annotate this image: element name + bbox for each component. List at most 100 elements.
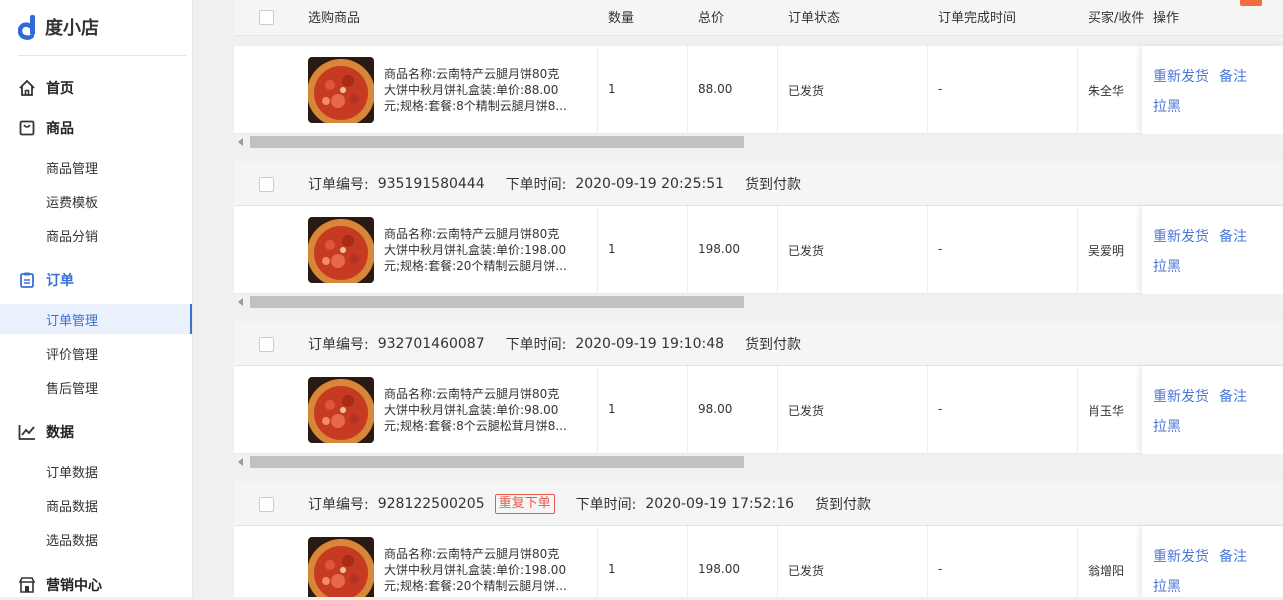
scroll-left-icon[interactable] [238,138,243,146]
nav-data-label: 数据 [46,425,74,441]
floating-badge[interactable] [1240,0,1262,6]
scrollbar-thumb[interactable] [250,136,744,148]
order-header: 订单编号: 928122500205 重复下单 下单时间: 2020-09-19… [234,481,1283,526]
quantity: 1 [608,402,616,416]
order-time-label: 下单时间: [505,337,567,353]
col-buyer: 买家/收件 [1088,11,1145,26]
sidebar-item-goods-distribution[interactable]: 商品分销 [0,220,192,250]
col-total: 总价 [698,11,725,26]
nav-goods-label: 商品 [46,121,74,137]
sidebar-item-selection-data[interactable]: 选品数据 [0,524,192,554]
table-row: 商品名称:云南特产云腿月饼80克 大饼中秋月饼礼盒装:单价:198.00 元;规格:… [234,206,1283,294]
order-card: 订单编号: 932701460087 下单时间: 2020-09-19 19:1… [234,321,1283,470]
order-time: 2020-09-19 20:25:51 [575,176,725,192]
scroll-left-icon[interactable] [238,458,243,466]
resend-button[interactable]: 重新发货 [1153,546,1209,566]
note-button[interactable]: 备注 [1219,546,1247,566]
horizontal-scrollbar[interactable] [234,454,1283,470]
total-price: 198.00 [698,242,740,256]
order-no-label: 订单编号: [308,497,369,513]
order-list: 选购商品 数量 总价 订单状态 订单完成时间 买家/收件 操作 商品名称:云南特… [213,0,1283,597]
home-icon [18,79,36,97]
resend-button[interactable]: 重新发货 [1153,386,1209,406]
col-qty: 数量 [608,11,635,26]
select-all-checkbox[interactable] [259,10,274,25]
table-header: 选购商品 数量 总价 订单状态 订单完成时间 买家/收件 操作 [234,0,1283,36]
sidebar-item-order-data[interactable]: 订单数据 [0,456,192,486]
actions-cell: 重新发货 备注 拉黑 [1142,366,1283,454]
buyer-name: 朱全华 [1088,84,1125,98]
note-button[interactable]: 备注 [1219,226,1247,246]
block-button[interactable]: 拉黑 [1153,256,1181,276]
quantity: 1 [608,242,616,256]
payment-method: 货到付款 [745,337,802,353]
product-description: 商品名称:云南特产云腿月饼80克 大饼中秋月饼礼盒装:单价:98.00 元;规格:套… [384,387,567,433]
scrollbar-thumb[interactable] [250,296,744,308]
product-description: 商品名称:云南特产云腿月饼80克 大饼中秋月饼礼盒装:单价:198.00 元;规格:… [384,227,567,273]
sidebar-item-order-manage[interactable]: 订单管理 [0,304,192,334]
actions-cell: 重新发货 备注 拉黑 [1142,206,1283,294]
product-description: 商品名称:云南特产云腿月饼80克 大饼中秋月饼礼盒装:单价:88.00 元;规格:套… [384,67,567,113]
nav-marketing[interactable]: 营销中心 [0,570,192,600]
nav-data[interactable]: 数据 [0,417,192,447]
sidebar-item-shipping-template[interactable]: 运费模板 [0,186,192,216]
block-button[interactable]: 拉黑 [1153,576,1181,596]
order-no-label: 订单编号: [308,177,369,193]
logo-icon [17,14,38,40]
nav-orders[interactable]: 订单 [0,265,192,295]
order-no-label: 订单编号: [308,337,369,353]
buyer-name: 吴爱明 [1088,244,1125,258]
sidebar: 度小店 首页 商品 商品管理 运费模板 商品分销 订单 订单管理 评价管理 售后… [0,0,193,597]
horizontal-scrollbar[interactable] [234,294,1283,310]
scroll-left-icon[interactable] [238,298,243,306]
payment-method: 货到付款 [745,177,802,193]
table-row: 商品名称:云南特产云腿月饼80克 大饼中秋月饼礼盒装:单价:88.00 元;规格:套… [234,46,1283,134]
order-status: 已发货 [788,404,825,418]
block-button[interactable]: 拉黑 [1153,416,1181,436]
quantity: 1 [608,82,616,96]
product-description: 商品名称:云南特产云腿月饼80克 大饼中秋月饼礼盒装:单价:198.00 元;规格:… [384,547,567,593]
total-price: 198.00 [698,562,740,576]
nav-marketing-label: 营销中心 [46,578,102,594]
nav-goods[interactable]: 商品 [0,113,192,143]
done-time: - [938,82,943,96]
order-checkbox[interactable] [259,177,274,192]
clipboard-icon [18,271,36,289]
done-time: - [938,242,943,256]
note-button[interactable]: 备注 [1219,66,1247,86]
resend-button[interactable]: 重新发货 [1153,66,1209,86]
duplicate-order-badge: 重复下单 [494,494,555,514]
order-checkbox[interactable] [259,337,274,352]
order-time-label: 下单时间: [505,177,567,193]
scrollbar-thumb[interactable] [250,456,744,468]
sidebar-item-goods-manage[interactable]: 商品管理 [0,152,192,182]
product-thumbnail[interactable] [308,377,374,443]
order-status: 已发货 [788,564,825,578]
quantity: 1 [608,562,616,576]
table-row: 商品名称:云南特产云腿月饼80克 大饼中秋月饼礼盒装:单价:198.00 元;规格:… [234,526,1283,597]
sidebar-item-review-manage[interactable]: 评价管理 [0,338,192,368]
buyer-name: 翁增阳 [1088,564,1125,578]
horizontal-scrollbar[interactable] [234,134,1283,150]
product-thumbnail[interactable] [308,57,374,123]
product-thumbnail[interactable] [308,217,374,283]
order-card: 订单编号: 935191580444 下单时间: 2020-09-19 20:2… [234,161,1283,310]
col-status: 订单状态 [788,11,841,26]
block-button[interactable]: 拉黑 [1153,96,1181,116]
order-card: 商品名称:云南特产云腿月饼80克 大饼中秋月饼礼盒装:单价:88.00 元;规格:套… [234,46,1283,150]
note-button[interactable]: 备注 [1219,386,1247,406]
total-price: 88.00 [698,82,733,96]
sidebar-item-aftersale-manage[interactable]: 售后管理 [0,372,192,402]
sidebar-item-goods-data[interactable]: 商品数据 [0,490,192,520]
app-logo[interactable]: 度小店 [17,12,99,42]
nav-home[interactable]: 首页 [0,73,192,103]
payment-method: 货到付款 [815,497,872,513]
resend-button[interactable]: 重新发货 [1153,226,1209,246]
product-thumbnail[interactable] [308,537,374,597]
store-icon [18,576,36,594]
bag-icon [18,119,36,137]
col-done-time: 订单完成时间 [938,11,1017,26]
nav-home-label: 首页 [46,81,74,97]
order-status: 已发货 [788,84,825,98]
order-checkbox[interactable] [259,497,274,512]
